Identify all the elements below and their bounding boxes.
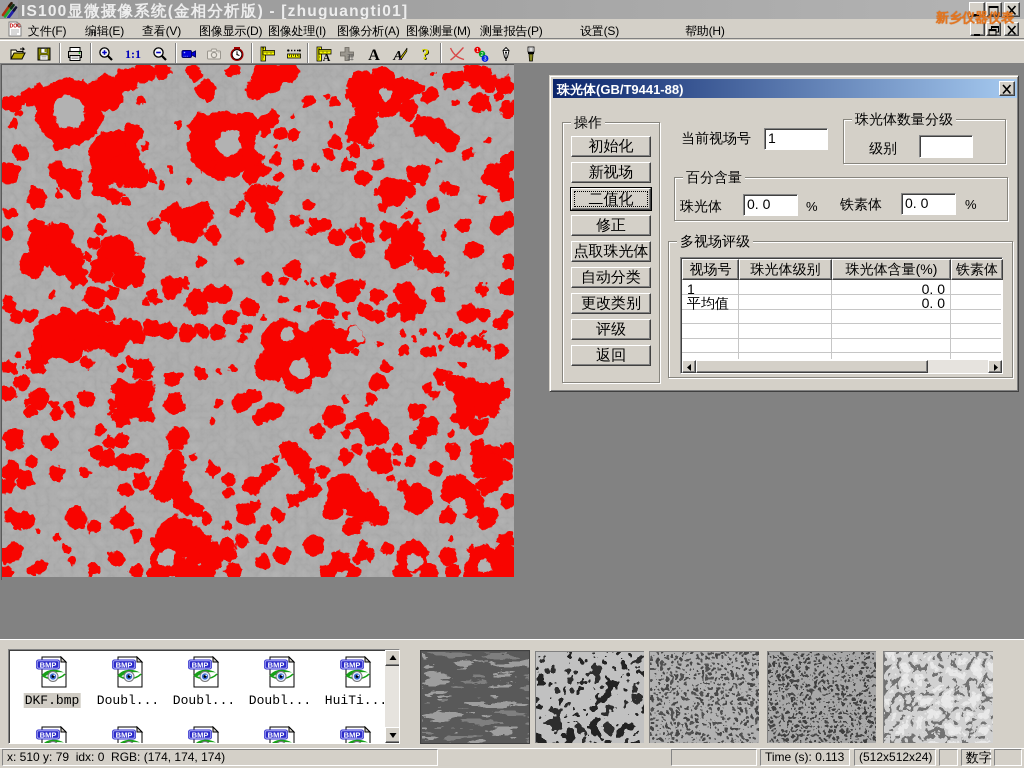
- svg-text:3: 3: [483, 57, 486, 63]
- svg-text:BMP: BMP: [116, 661, 133, 670]
- svg-text:BMP: BMP: [192, 661, 209, 670]
- svg-text:BMP: BMP: [116, 731, 133, 740]
- svg-text:A: A: [368, 47, 380, 62]
- svg-text:BMP: BMP: [344, 731, 361, 740]
- svg-text:?: ?: [421, 46, 429, 62]
- svg-text:1: 1: [476, 48, 479, 54]
- svg-text:BMP: BMP: [40, 661, 57, 670]
- svg-text:BMP: BMP: [40, 731, 57, 740]
- svg-text:BMP: BMP: [268, 731, 285, 740]
- svg-text:BMP: BMP: [344, 661, 361, 670]
- svg-text:A: A: [323, 53, 331, 62]
- svg-text:DOC: DOC: [10, 24, 22, 30]
- svg-text:1:1: 1:1: [125, 47, 141, 61]
- svg-text:BMP: BMP: [268, 661, 285, 670]
- svg-text:A: A: [392, 49, 402, 62]
- svg-text:BMP: BMP: [192, 731, 209, 740]
